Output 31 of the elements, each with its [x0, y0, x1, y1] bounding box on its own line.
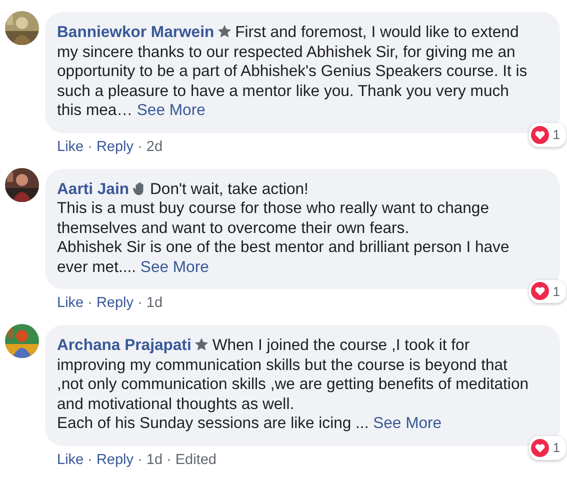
author-link[interactable]: Archana Prajapati — [57, 337, 192, 354]
edited-label[interactable]: Edited — [175, 452, 216, 468]
see-more-link[interactable]: See More — [136, 102, 206, 119]
comment-text: Aarti Jain Don't wait, take action! This is a must buy course for those who really want to change themselves and want to overcome their own fears. Abhishek Sir is one of the best mentor and brilliant person I have ever met.... See More — [57, 180, 510, 277]
like-link[interactable]: Like — [57, 452, 84, 468]
separator-dot: · — [88, 295, 92, 311]
separator-dot: · — [88, 452, 92, 468]
reaction-count[interactable]: 1 — [528, 436, 566, 460]
separator-dot: · — [166, 452, 172, 468]
author-link[interactable]: Banniewkor Marwein — [57, 24, 214, 41]
reaction-count[interactable]: 1 — [528, 280, 566, 303]
reply-link[interactable]: Reply — [96, 138, 134, 154]
reply-link[interactable]: Reply — [96, 452, 134, 468]
star-badge-icon — [194, 337, 210, 352]
separator-dot: · — [138, 452, 142, 468]
star-badge-icon — [217, 24, 232, 39]
comment-text: Archana Prajapati When I joined the course ,I took it for improving my communication skills but the course is beyond that ,not only communication skills ,we are getting benefits of meditation and motivational thoughts as well. Each of his Sunday sessions are like icing ... See More — [57, 336, 529, 434]
like-link[interactable]: Like — [57, 138, 84, 154]
separator-dot: · — [138, 138, 142, 154]
reaction-count[interactable]: 1 — [528, 123, 566, 146]
like-link[interactable]: Like — [57, 295, 84, 311]
see-more-link[interactable]: See More — [373, 415, 442, 432]
separator-dot: · — [138, 295, 142, 311]
timestamp[interactable]: 1d — [146, 295, 163, 311]
timestamp[interactable]: 1d — [146, 452, 163, 468]
timestamp[interactable]: 2d — [146, 138, 163, 154]
author-link[interactable]: Aarti Jain — [57, 180, 129, 198]
reply-link[interactable]: Reply — [96, 295, 134, 311]
see-more-link[interactable]: See More — [140, 258, 209, 276]
separator-dot: · — [88, 138, 92, 154]
comment-text: Banniewkor Marwein First and foremost, I would like to extend my sincere thanks to our respected Abhishek Sir, for giving me an opportunity to be a part of Abhishek's Genius Speakers course. It is such a pleasure to have a mentor like you. Thank you very much this mea… See More — [57, 23, 528, 120]
